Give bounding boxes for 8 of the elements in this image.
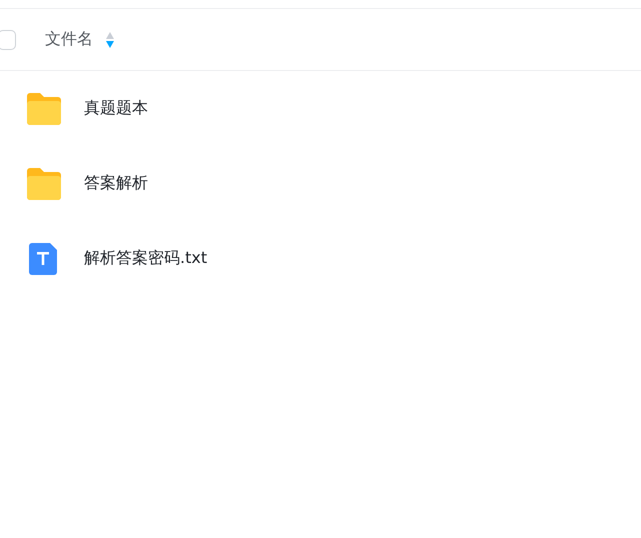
sort-icon[interactable]: [105, 30, 115, 48]
file-name[interactable]: 答案解析: [84, 173, 148, 194]
column-header[interactable]: 文件名: [45, 29, 93, 50]
folder-icon: [25, 166, 63, 200]
file-name[interactable]: 解析答案密码.txt: [84, 248, 208, 269]
file-name[interactable]: 真题题本: [84, 98, 148, 119]
select-all-checkbox[interactable]: [0, 30, 16, 50]
folder-icon: [25, 92, 63, 126]
